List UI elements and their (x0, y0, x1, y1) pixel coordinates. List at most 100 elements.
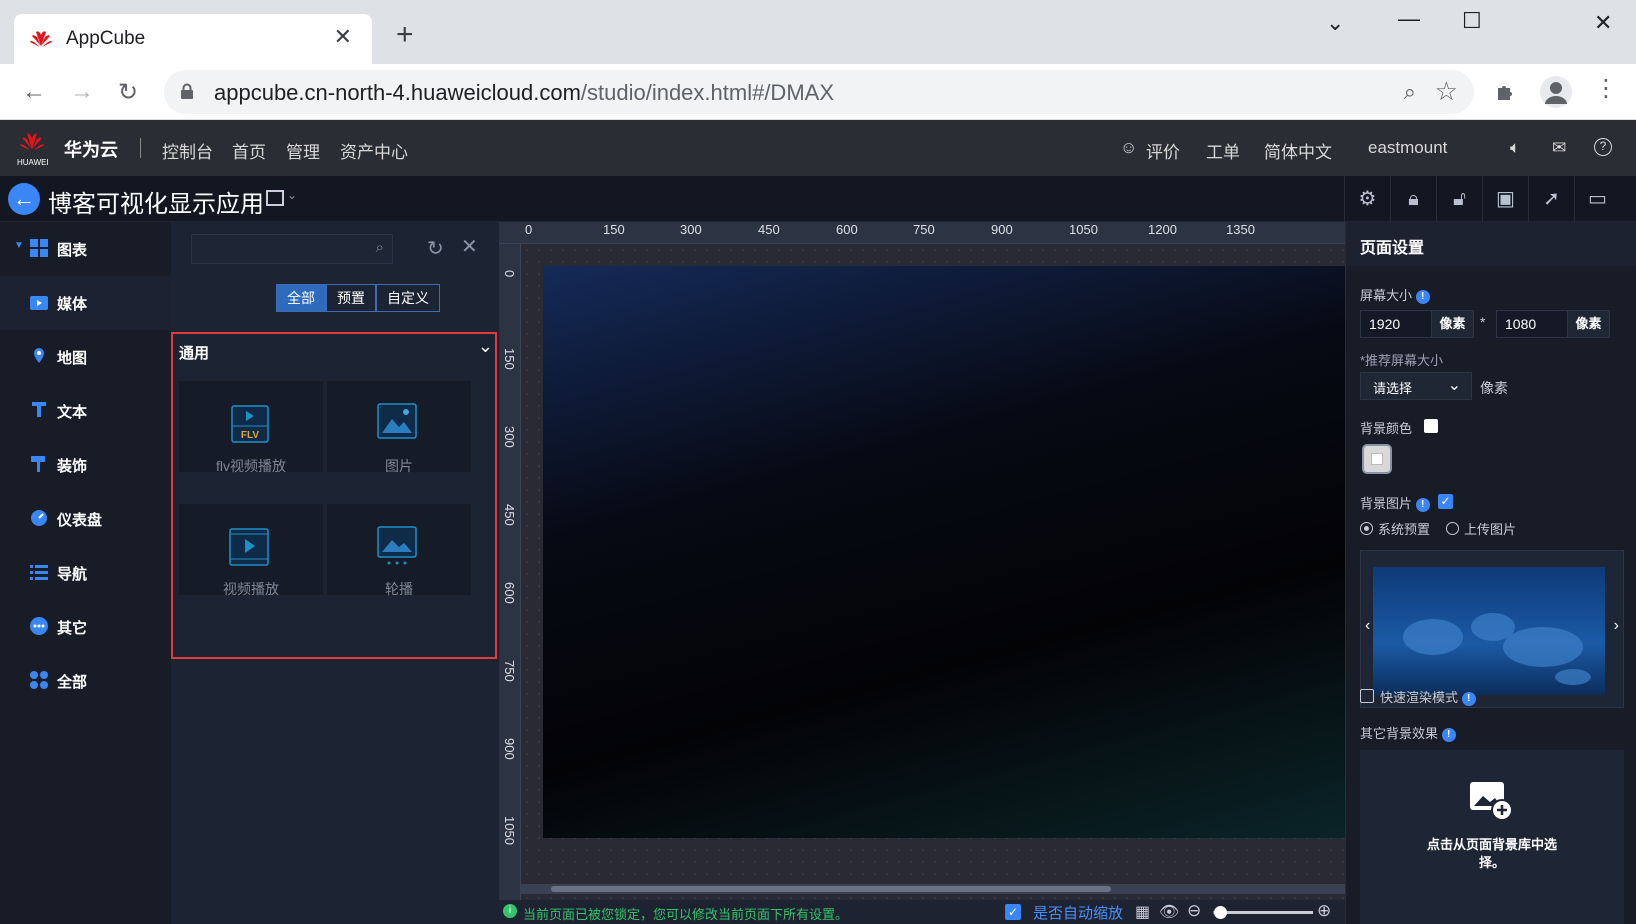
ticket-link[interactable]: 工单 (1206, 138, 1240, 163)
flv-video-icon: FLV (231, 405, 269, 443)
help-icon[interactable]: ? (1594, 138, 1612, 156)
ruler-tick: 750 (502, 660, 517, 682)
ruler-tick: 450 (758, 222, 780, 237)
nav-home[interactable]: 首页 (232, 138, 266, 163)
component-search-input[interactable]: ⌕ (191, 234, 393, 264)
fast-render-checkbox[interactable] (1360, 689, 1374, 703)
reload-icon[interactable]: ↻ (118, 78, 138, 107)
close-window-button[interactable]: ✕ (1594, 10, 1612, 36)
bg-image-checkbox[interactable]: ✓ (1438, 494, 1453, 509)
ruler-tick: 600 (836, 222, 858, 237)
mail-icon[interactable]: ✉ (1552, 138, 1566, 158)
speaker-icon[interactable]: 🔈︎ (1510, 138, 1520, 158)
world-map-image (1403, 613, 1591, 685)
tab-search-dropdown-icon[interactable]: ⌄ (1326, 10, 1344, 36)
refresh-icon[interactable]: ↻ (427, 236, 444, 261)
nav-item-decor[interactable]: 装饰 (0, 438, 171, 492)
extensions-puzzle-icon[interactable] (1494, 80, 1518, 104)
info-icon: ! (1441, 727, 1456, 742)
filter-all[interactable]: 全部 (276, 284, 326, 312)
eye-icon[interactable]: 👁︎ (1159, 902, 1179, 922)
lock-status-message: 当前页面已被您锁定，您可以修改当前页面下所有设置。 (523, 907, 849, 922)
grid-view-icon[interactable]: ▦ (1135, 902, 1150, 922)
zoom-out-icon[interactable]: ⊖ (1187, 901, 1201, 921)
nav-item-media[interactable]: 媒体 (0, 276, 171, 330)
nav-item-all[interactable]: 全部 (0, 654, 171, 708)
brush-icon (31, 456, 45, 472)
auto-zoom-checkbox[interactable]: ✓ (1005, 904, 1021, 920)
color-picker-button[interactable] (1362, 444, 1392, 474)
nav-item-map[interactable]: 地图 (0, 330, 171, 384)
fast-render-text: 快速渲染模式 (1380, 690, 1459, 705)
scrollbar-thumb[interactable] (551, 886, 1111, 892)
save-icon[interactable]: ▣ (1482, 176, 1528, 222)
filter-custom[interactable]: 自定义 (376, 284, 440, 312)
zoom-slider[interactable] (1213, 906, 1313, 919)
chevron-down-icon[interactable]: ⌄ (287, 188, 297, 202)
carousel-prev-icon[interactable]: ‹ (1365, 617, 1370, 635)
bg-color-swatch[interactable] (1424, 419, 1438, 433)
zoom-icon[interactable]: ⌕ (1404, 79, 1416, 105)
menu-kebab-icon[interactable]: ⋮ (1594, 74, 1618, 103)
screen-height-input[interactable]: 1080 像素 (1496, 310, 1610, 338)
unlock-page-icon[interactable]: 🔓︎ (1436, 176, 1482, 222)
nav-console[interactable]: 控制台 (162, 138, 213, 163)
nav-item-chart[interactable]: ▼ 图表 (0, 222, 171, 276)
text-icon (32, 402, 46, 417)
new-tab-button[interactable]: + (396, 20, 414, 50)
carousel-next-icon[interactable]: › (1614, 617, 1619, 635)
bg-image-preview[interactable] (1373, 567, 1605, 695)
recommended-size-select[interactable]: 请选择 ⌄ (1360, 372, 1472, 400)
minimize-button[interactable]: — (1398, 6, 1420, 32)
list-icon (30, 565, 48, 580)
huawei-logo-icon (30, 31, 52, 47)
design-stage[interactable] (543, 266, 1345, 838)
back-button[interactable]: ← (8, 183, 40, 215)
forward-arrow-icon[interactable]: → (70, 78, 94, 106)
nav-item-navigation[interactable]: 导航 (0, 546, 171, 600)
back-arrow-icon[interactable]: ← (22, 78, 46, 106)
horizontal-scrollbar[interactable] (521, 884, 1345, 894)
height-value: 1080 (1505, 316, 1537, 332)
bg-library-hint: 点击从页面背景库中选择。 (1426, 837, 1557, 870)
zoom-slider-knob[interactable] (1214, 906, 1227, 919)
ruler-vertical: 0 150 300 450 600 750 900 1050 (499, 244, 521, 904)
info-icon: ! (1461, 691, 1476, 706)
radio-system-preset[interactable] (1360, 522, 1373, 535)
search-icon[interactable]: ⌕ (376, 239, 384, 256)
nav-item-other[interactable]: 其它 (0, 600, 171, 654)
browser-tab[interactable]: AppCube ✕ (14, 14, 372, 64)
lock-page-icon[interactable]: 🔒︎ (1390, 176, 1436, 222)
rate-link[interactable]: 评价 (1146, 138, 1180, 163)
smiley-icon[interactable]: ☺ (1120, 138, 1137, 158)
publish-icon[interactable]: ➚ (1528, 176, 1574, 222)
preview-icon[interactable]: ▭ (1574, 176, 1620, 222)
settings-gear-icon[interactable]: ⚙ (1344, 176, 1390, 222)
close-panel-icon[interactable]: ✕ (461, 234, 478, 259)
collapse-chevron-icon[interactable]: ⌄ (478, 336, 493, 357)
omnibox[interactable]: appcube.cn-north-4.huaweicloud.com/studi… (164, 70, 1474, 114)
bg-library-box[interactable]: 点击从页面背景库中选择。 (1360, 750, 1624, 924)
nav-assets[interactable]: 资产中心 (340, 138, 408, 163)
nav-item-text[interactable]: 文本 (0, 384, 171, 438)
page-switch-icon[interactable] (266, 190, 284, 206)
add-image-icon (1470, 782, 1513, 821)
screen-width-input[interactable]: 1920 像素 (1360, 310, 1474, 338)
lock-icon (181, 83, 193, 99)
maximize-button[interactable]: ☐ (1462, 8, 1482, 34)
tab-close-icon[interactable]: ✕ (334, 24, 352, 50)
user-name[interactable]: eastmount (1368, 138, 1447, 158)
profile-avatar[interactable] (1540, 76, 1572, 108)
nav-item-gauge[interactable]: 仪表盘 (0, 492, 171, 546)
language-switch[interactable]: 简体中文 (1264, 138, 1332, 163)
filter-preset[interactable]: 预置 (326, 284, 376, 312)
zoom-in-icon[interactable]: ⊕ (1317, 901, 1331, 921)
bookmark-star-icon[interactable]: ☆ (1435, 76, 1458, 107)
select-placeholder: 请选择 (1373, 381, 1413, 396)
apps-icon (30, 671, 48, 689)
brand-name: 华为云 (64, 140, 118, 160)
auto-zoom-label: 是否自动缩放 (1033, 905, 1124, 922)
radio-upload[interactable] (1446, 522, 1459, 535)
nav-manage[interactable]: 管理 (286, 138, 320, 163)
ruler-tick: 300 (680, 222, 702, 237)
